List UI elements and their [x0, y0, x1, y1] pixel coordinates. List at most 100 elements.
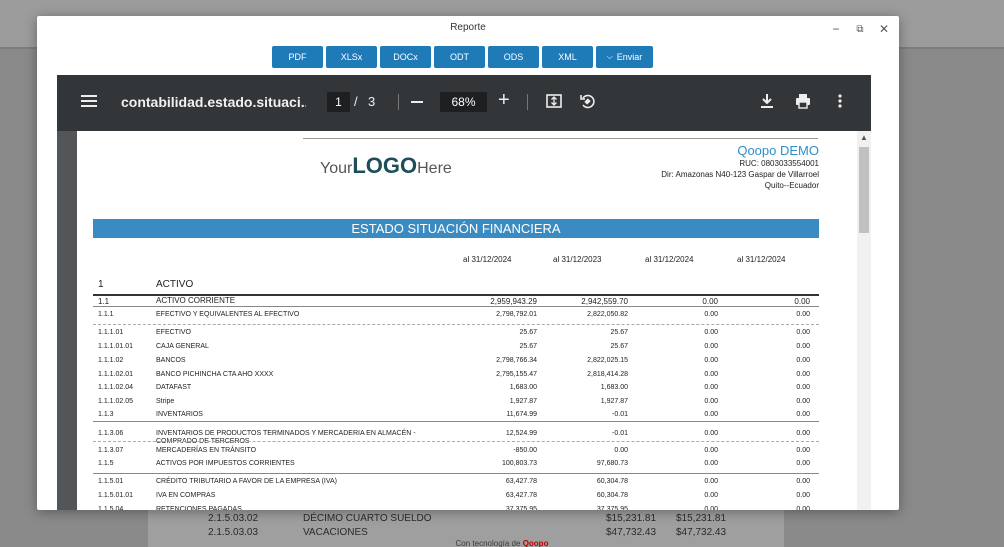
- scroll-up-icon[interactable]: ▲: [860, 133, 868, 142]
- export-docx-button[interactable]: DOCx: [380, 46, 431, 68]
- account-value: 2,818,414.28: [587, 371, 628, 378]
- export-ods-button[interactable]: ODS: [488, 46, 539, 68]
- account-code: 1.1.1: [98, 311, 114, 318]
- account-value: 2,798,766.34: [496, 357, 537, 364]
- account-code: 1.1.1.02.04: [98, 384, 134, 391]
- account-value: 37,375.95: [505, 506, 537, 510]
- background-row-code: 2.1.5.03.02: [208, 513, 259, 524]
- account-value: 0.00: [704, 478, 718, 485]
- pdf-toolbar: contabilidad.estado.situaci... 1 / 3 68%…: [57, 75, 871, 131]
- account-value: 25.67: [519, 343, 537, 350]
- account-value: 37,375.95: [596, 506, 628, 510]
- account-value: 0.00: [704, 357, 718, 364]
- account-value: 0.00: [614, 447, 628, 454]
- account-value: 12,524.99: [505, 430, 537, 437]
- print-icon[interactable]: [793, 92, 813, 112]
- rotate-icon[interactable]: [577, 92, 597, 112]
- menu-icon[interactable]: [81, 95, 97, 107]
- company-ruc: RUC: 0803033554001: [739, 159, 819, 168]
- send-dropdown-button[interactable]: ⌵ Enviar: [596, 46, 653, 68]
- account-value: 1,927.87: [600, 398, 628, 405]
- background-row: 2.1.5.03.02 DÉCIMO CUARTO SUELDO $15,231…: [148, 513, 784, 527]
- account-name: BANCOS: [156, 357, 186, 364]
- report-title: ESTADO SITUACIÓN FINANCIERA: [93, 219, 819, 238]
- account-value: 0.00: [704, 447, 718, 454]
- zoom-out-icon[interactable]: [411, 101, 423, 103]
- company-city: Quito--Ecuador: [764, 181, 819, 190]
- account-value: 0.00: [796, 492, 810, 499]
- scrollbar-thumb[interactable]: [859, 147, 869, 233]
- account-code: 1.1.1.01: [98, 329, 124, 336]
- account-value: -0.01: [612, 411, 628, 418]
- pdf-scrollbar[interactable]: ▲: [857, 131, 871, 510]
- page-separator: /: [354, 94, 358, 109]
- export-odt-button[interactable]: ODT: [434, 46, 485, 68]
- zoom-level-input[interactable]: 68%: [440, 92, 487, 112]
- section-title: ACTIVO: [156, 279, 194, 290]
- account-value: 0.00: [704, 492, 718, 499]
- account-name: Stripe: [156, 398, 175, 405]
- account-value: 0.00: [796, 506, 810, 510]
- row-divider: [93, 421, 819, 422]
- total-pages: 3: [368, 94, 376, 109]
- background-row-value: $47,732.43: [676, 527, 727, 538]
- background-row-name: DÉCIMO CUARTO SUELDO: [303, 513, 432, 524]
- account-code: 1.1.5.01: [98, 478, 124, 485]
- account-value: 0.00: [704, 398, 718, 405]
- account-name: ACTIVO CORRIENTE: [156, 296, 236, 305]
- column-header: al 31/12/2024: [645, 255, 694, 264]
- account-name: CRÉDITO TRIBUTARIO A FAVOR DE LA EMPRESA…: [156, 478, 338, 485]
- row-divider: [93, 473, 819, 474]
- account-value: 63,427.78: [505, 478, 537, 485]
- account-value: 60,304.78: [596, 478, 628, 485]
- fit-page-icon[interactable]: [544, 92, 564, 112]
- toolbar-divider: [398, 94, 399, 110]
- account-value: 11,674.99: [506, 411, 537, 418]
- account-value: 25.67: [610, 343, 628, 350]
- account-code: 1.1.5: [98, 460, 114, 467]
- background-row-name: VACACIONES: [303, 527, 368, 538]
- account-name: INVENTARIOS DE PRODUCTOS TERMINADOS Y ME…: [156, 430, 416, 445]
- account-value: 0.00: [796, 329, 810, 336]
- column-header: al 31/12/2023: [553, 255, 602, 264]
- export-xml-button[interactable]: XML: [542, 46, 593, 68]
- footer-brand-link[interactable]: Qoopo: [523, 539, 549, 547]
- minimize-icon[interactable]: −: [829, 22, 843, 36]
- account-name: CAJA GENERAL: [156, 343, 209, 350]
- account-value: 0.00: [704, 460, 718, 467]
- account-code: 1.1.3: [98, 411, 114, 418]
- account-name: EFECTIVO: [156, 329, 192, 336]
- account-value: 0.00: [796, 357, 810, 364]
- company-address: Dir: Amazonas N40-123 Gaspar de Villarro…: [661, 170, 819, 179]
- powered-by-footer: Con tecnología de Qoopo: [0, 539, 1004, 547]
- account-value: 1,683.00: [600, 384, 628, 391]
- account-value: 0.00: [704, 311, 718, 318]
- zoom-in-icon[interactable]: +: [498, 90, 510, 110]
- report-modal: Reporte − ⧉ ✕ PDF XLSx DOCx ODT ODS XML …: [37, 16, 899, 510]
- account-value: 0.00: [796, 384, 810, 391]
- account-code: 1.1.3.07: [98, 447, 124, 454]
- account-value: 2,959,943.29: [490, 297, 537, 306]
- account-value: 25.67: [610, 329, 628, 336]
- account-value: 0.00: [702, 297, 718, 306]
- account-code: 1.1.5.04: [98, 506, 124, 510]
- page-number-input[interactable]: 1: [327, 92, 350, 112]
- close-icon[interactable]: ✕: [877, 22, 891, 36]
- pdf-viewer: contabilidad.estado.situaci... 1 / 3 68%…: [57, 75, 871, 510]
- download-icon[interactable]: [757, 92, 777, 112]
- header-rule: [303, 138, 818, 139]
- background-row-value: $15,231.81: [606, 513, 657, 524]
- account-name: BANCO PICHINCHA CTA AHO XXXX: [156, 371, 274, 378]
- account-value: 0.00: [704, 411, 718, 418]
- account-value: 0.00: [704, 329, 718, 336]
- company-logo: YourLOGOHere: [320, 153, 452, 178]
- account-value: 2,822,025.15: [587, 357, 628, 364]
- export-pdf-button[interactable]: PDF: [272, 46, 323, 68]
- row-divider: [93, 441, 819, 442]
- more-options-icon[interactable]: [830, 92, 850, 112]
- company-name: Qoopo DEMO: [737, 143, 819, 158]
- maximize-icon[interactable]: ⧉: [853, 24, 867, 35]
- account-value: 0.00: [796, 430, 810, 437]
- export-toolbar: PDF XLSx DOCx ODT ODS XML ⌵ Enviar: [272, 46, 653, 68]
- export-xlsx-button[interactable]: XLSx: [326, 46, 377, 68]
